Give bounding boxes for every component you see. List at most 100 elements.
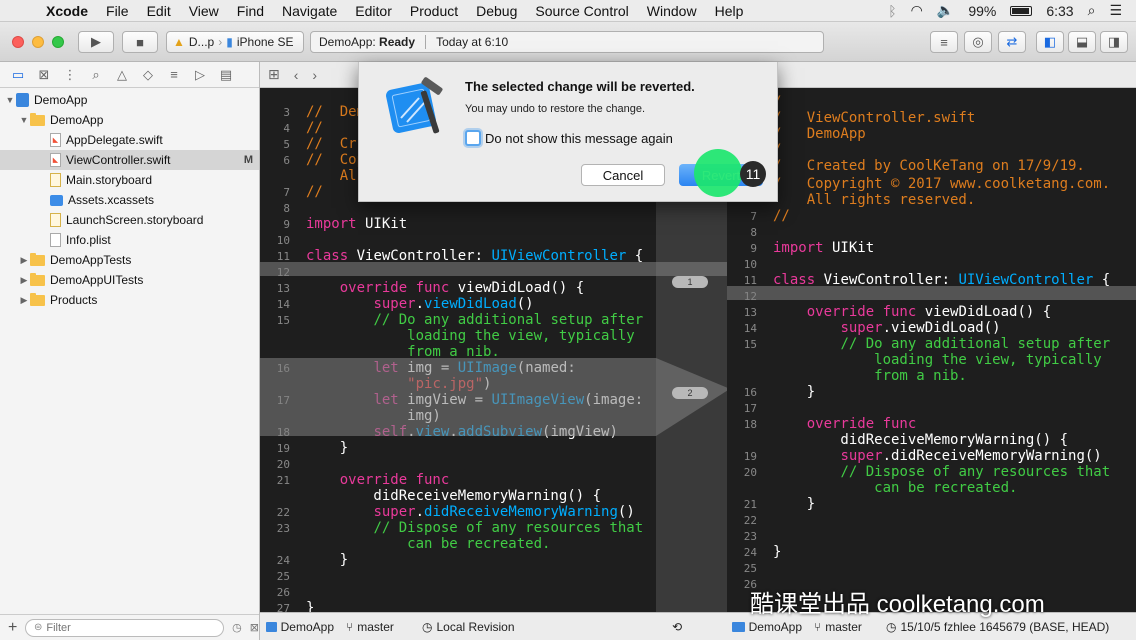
tree-row-file[interactable]: LaunchScreen.storyboard [0,210,259,230]
battery-icon[interactable] [1010,5,1033,16]
scheme-name: D...p [188,35,215,49]
back-arrow-icon[interactable]: ‹ [294,67,299,83]
toggle-utilities-button[interactable]: ◨ [1100,31,1128,53]
swift-file-icon: ◣ [50,153,61,167]
line-number: 27 [276,602,290,612]
volume-icon[interactable]: 🔈 [937,2,954,19]
stop-button[interactable]: ■ [122,31,158,53]
tree-row-group[interactable]: ▼ DemoApp [0,110,259,130]
breakpoint-navigator-icon[interactable]: ▷ [192,67,208,83]
wifi-icon[interactable]: ◠ [911,2,923,19]
right-branch-crumb[interactable]: ⑂ master [808,620,880,634]
tree-row-group[interactable]: ▶ DemoAppUITests [0,270,259,290]
tree-row-file-selected[interactable]: ◣ ViewController.swift M [0,150,259,170]
menu-navigate[interactable]: Navigate [273,3,346,19]
menu-file[interactable]: File [97,3,138,19]
tree-row-file[interactable]: Info.plist [0,230,259,250]
folder-navigator-icon[interactable]: ▭ [10,67,26,83]
code-line: import UIKit [773,240,875,256]
sheet-title: The selected change will be reverted. [465,79,695,94]
close-window-button[interactable] [12,36,24,48]
code-line: super.didReceiveMemoryWarning() [373,504,635,520]
recent-files-icon[interactable]: ◷ [232,621,242,634]
related-items-icon[interactable]: ⊞ [268,66,280,83]
toggle-debug-area-button[interactable]: ⬓ [1068,31,1096,53]
minimize-window-button[interactable] [32,36,44,48]
issue-navigator-icon[interactable]: △ [114,67,130,83]
clock[interactable]: 6:33 [1046,3,1073,19]
disclosure-closed-icon[interactable]: ▶ [18,255,30,266]
tree-row-group[interactable]: ▶ DemoAppTests [0,250,259,270]
tree-row-group[interactable]: ▶ Products [0,290,259,310]
timeline-toggle[interactable]: ⟲ [666,620,726,634]
menu-window[interactable]: Window [638,3,706,19]
line-number: 10 [743,258,757,271]
disclosure-closed-icon[interactable]: ▶ [18,275,30,286]
folder-icon [30,112,45,126]
code-line: override func [806,416,917,432]
line-number: 18 [743,418,757,431]
left-project-crumb[interactable]: DemoApp [260,620,340,634]
menu-view[interactable]: View [180,3,228,19]
crumb-label: 15/10/5 fzhlee 1645679 (BASE, HEAD) [900,619,1110,634]
left-revision-crumb[interactable]: ◷ Local Revision [416,620,666,634]
add-file-icon[interactable]: + [8,619,17,637]
tree-row-file[interactable]: ◣ AppDelegate.swift [0,130,259,150]
scheme-selector[interactable]: ▲ D...p › ▮ iPhone SE [166,31,304,53]
right-project-crumb[interactable]: DemoApp [726,620,808,634]
tree-row-file[interactable]: Assets.xcassets [0,190,259,210]
spotlight-search-icon[interactable]: ⌕ [1088,2,1096,19]
menu-product[interactable]: Product [401,3,467,19]
menu-find[interactable]: Find [228,3,273,19]
base-revision-editor[interactable]: // ViewController.swift/ DemoApp// Creat… [727,88,1136,612]
menu-edit[interactable]: Edit [138,3,180,19]
version-editor-button[interactable]: ⇄ [998,31,1026,53]
folder-icon [30,252,45,266]
line-number: 14 [276,298,290,311]
cancel-button[interactable]: Cancel [581,164,665,186]
right-commit-crumb[interactable]: ◷ 15/10/5 fzhlee 1645679 (BASE, HEAD) [880,620,1115,634]
battery-percent[interactable]: 99% [968,3,996,19]
report-navigator-icon[interactable]: ▤ [218,67,234,83]
menu-debug[interactable]: Debug [467,3,526,19]
diff-marker-1[interactable]: 1 [672,276,708,288]
storyboard-file-icon [50,213,61,227]
source-control-navigator-icon[interactable]: ⊠ [36,67,52,83]
code-line: } [773,496,816,512]
tree-row-project[interactable]: ▼ DemoApp [0,90,259,110]
left-branch-crumb[interactable]: ⑂ master [340,620,416,634]
source-control-filter-icon[interactable]: ⊠ [250,621,259,634]
forward-arrow-icon[interactable]: › [312,67,317,83]
code-line: // Do any additional setup after [373,312,644,328]
bluetooth-icon[interactable]: ᛒ [888,3,896,19]
menu-app[interactable]: Xcode [44,3,97,19]
tree-row-label: AppDelegate.swift [66,133,163,147]
disclosure-closed-icon[interactable]: ▶ [18,295,30,306]
diff-marker-2[interactable]: 2 [672,387,708,399]
code-line: // [306,120,323,136]
menu-source-control[interactable]: Source Control [526,3,637,19]
line-number: 10 [276,234,290,247]
find-navigator-icon[interactable]: ⌕ [88,67,104,83]
crumb-label: master [825,619,862,634]
navigator-filter-input[interactable] [25,618,225,637]
assistant-editor-button[interactable]: ◎ [964,31,992,53]
symbol-navigator-icon[interactable]: ⋮ [62,67,78,83]
line-number: 5 [283,138,290,151]
crumb-label: master [357,619,394,634]
menu-editor[interactable]: Editor [346,3,401,19]
tree-row-file[interactable]: Main.storyboard [0,170,259,190]
line-number: 20 [743,466,757,479]
menu-help[interactable]: Help [706,3,753,19]
debug-navigator-icon[interactable]: ≡ [166,67,182,82]
standard-editor-button[interactable]: ≡ [930,31,958,53]
run-button[interactable]: ▶ [78,31,114,53]
checkbox-box[interactable] [465,130,481,146]
disclosure-open-icon[interactable]: ▼ [4,95,16,105]
notification-center-icon[interactable]: ☰ [1109,2,1122,19]
toggle-navigator-button[interactable]: ◧ [1036,31,1064,53]
test-navigator-icon[interactable]: ◇ [140,67,156,83]
suppress-message-checkbox[interactable]: Do not show this message again [465,130,673,146]
disclosure-open-icon[interactable]: ▼ [18,115,30,125]
zoom-window-button[interactable] [52,36,64,48]
